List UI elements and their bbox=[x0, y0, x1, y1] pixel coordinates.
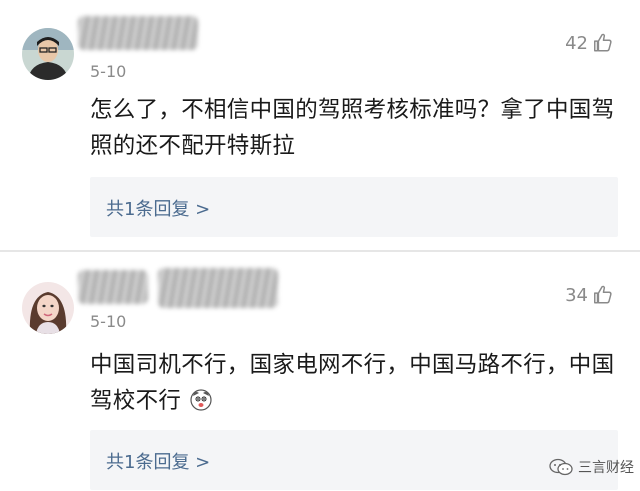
view-replies-link[interactable]: 共1条回复 > bbox=[106, 195, 210, 221]
username-blurred bbox=[78, 16, 198, 50]
thumbs-up-icon bbox=[594, 33, 612, 52]
comment-text-content: 中国司机不行，国家电网不行，中国马路不行，中国驾校不行 bbox=[90, 352, 615, 414]
comment-date: 5-10 bbox=[90, 312, 127, 331]
watermark-text: 三言财经 bbox=[578, 460, 634, 476]
comment-text: 怎么了，不相信中国的驾照考核标准吗？拿了中国驾照的还不配开特斯拉 bbox=[90, 97, 615, 159]
like-button[interactable]: 34 bbox=[565, 284, 614, 306]
like-count: 42 bbox=[565, 32, 588, 54]
dog-emoji-icon bbox=[190, 389, 212, 411]
watermark: 三言财经 bbox=[548, 457, 634, 477]
comment-item: 5-10 42 怎么了，不相信中国的驾照考核标准吗？拿了中国驾照的还不配开特斯拉… bbox=[0, 0, 640, 252]
avatar[interactable] bbox=[22, 282, 74, 334]
thumbs-up-icon bbox=[594, 285, 612, 304]
avatar-male-icon bbox=[22, 28, 74, 80]
avatar-female-icon bbox=[22, 282, 74, 334]
wechat-icon bbox=[549, 458, 573, 476]
like-count: 34 bbox=[565, 284, 588, 306]
comment-item: 5-10 34 中国司机不行，国家电网不行，中国马路不行，中国驾校不行 共1条回… bbox=[0, 252, 640, 491]
username-blurred bbox=[78, 270, 148, 304]
reply-box[interactable]: 共1条回复 > bbox=[90, 430, 618, 490]
view-replies-link[interactable]: 共1条回复 > bbox=[106, 448, 210, 474]
avatar[interactable] bbox=[22, 28, 74, 80]
reply-box[interactable]: 共1条回复 > bbox=[90, 177, 618, 237]
username-blurred bbox=[158, 268, 278, 308]
comment-text: 中国司机不行，国家电网不行，中国马路不行，中国驾校不行 bbox=[90, 347, 620, 419]
like-button[interactable]: 42 bbox=[565, 32, 614, 54]
comment-date: 5-10 bbox=[90, 62, 127, 81]
